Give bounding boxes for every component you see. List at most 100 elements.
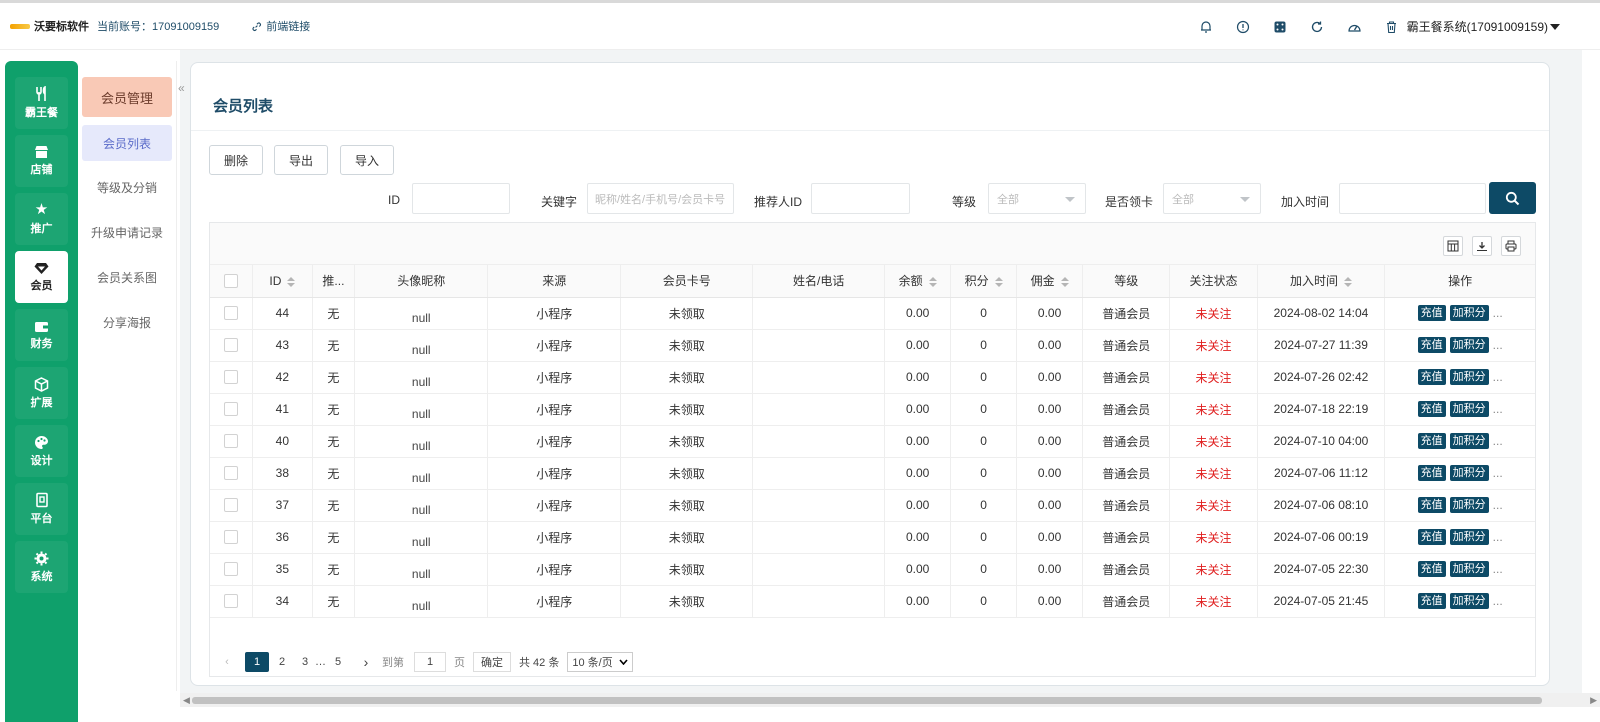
row-checkbox[interactable] (224, 498, 239, 513)
more-actions-button[interactable]: ... (1493, 530, 1503, 544)
sidebar-item-member[interactable]: 会员 (15, 251, 68, 303)
id-filter-input[interactable] (412, 183, 510, 214)
row-checkbox[interactable] (224, 338, 239, 353)
delete-button[interactable]: 删除 (209, 145, 263, 175)
select-all-checkbox[interactable] (224, 274, 239, 289)
page-2-button[interactable]: 2 (272, 652, 292, 672)
next-page-icon[interactable]: › (356, 652, 376, 672)
column-header-points[interactable]: 积分 (950, 265, 1018, 298)
bell-icon[interactable] (1197, 18, 1215, 36)
columns-filter-icon[interactable] (1443, 236, 1463, 256)
recharge-button[interactable]: 充值 (1417, 593, 1446, 609)
recharge-button[interactable]: 充值 (1417, 401, 1446, 417)
goto-confirm-button[interactable]: 确定 (473, 652, 511, 672)
trash-icon[interactable] (1382, 18, 1400, 36)
page-3-button[interactable]: 3 (295, 652, 315, 672)
add-points-button[interactable]: 加积分 (1449, 433, 1489, 449)
add-points-button[interactable]: 加积分 (1449, 529, 1489, 545)
add-points-button[interactable]: 加积分 (1449, 465, 1489, 481)
prev-page-icon[interactable]: ‹ (217, 652, 237, 672)
row-checkbox[interactable] (224, 530, 239, 545)
page-5-button[interactable]: 5 (328, 652, 348, 672)
row-checkbox[interactable] (224, 370, 239, 385)
recharge-button[interactable]: 充值 (1417, 465, 1446, 481)
more-actions-button[interactable]: ... (1493, 594, 1503, 608)
dashboard-icon[interactable] (1345, 18, 1363, 36)
add-points-button[interactable]: 加积分 (1449, 337, 1489, 353)
collapse-icon[interactable]: « (178, 81, 185, 95)
recharge-button[interactable]: 充值 (1417, 433, 1446, 449)
horizontal-scrollbar[interactable]: ◀ ▶ (180, 693, 1600, 707)
add-points-button[interactable]: 加积分 (1449, 497, 1489, 513)
front-link[interactable]: 前端链接 (251, 18, 310, 34)
row-checkbox[interactable] (224, 562, 239, 577)
recharge-button[interactable]: 充值 (1417, 529, 1446, 545)
column-header-commission[interactable]: 佣金 (1016, 265, 1084, 298)
join-time-filter-input[interactable] (1339, 183, 1486, 214)
row-checkbox[interactable] (224, 466, 239, 481)
row-checkbox[interactable] (224, 434, 239, 449)
export-icon[interactable] (1472, 236, 1492, 256)
more-actions-button[interactable]: ... (1493, 498, 1503, 512)
column-header-id[interactable]: ID (252, 265, 313, 298)
sidebar-item-system[interactable]: 系统 (15, 541, 68, 593)
more-actions-button[interactable]: ... (1493, 466, 1503, 480)
sort-icon[interactable] (1343, 277, 1352, 288)
sort-icon[interactable] (1060, 277, 1069, 288)
add-points-button[interactable]: 加积分 (1449, 593, 1489, 609)
submenu-item-share-poster[interactable]: 分享海报 (82, 304, 172, 340)
search-button[interactable] (1489, 182, 1536, 214)
add-points-button[interactable]: 加积分 (1449, 561, 1489, 577)
refresh-icon[interactable] (1308, 18, 1326, 36)
more-actions-button[interactable]: ... (1493, 370, 1503, 384)
row-checkbox[interactable] (224, 306, 239, 321)
sidebar-item-finance[interactable]: 财务 (15, 309, 68, 361)
add-points-button[interactable]: 加积分 (1449, 369, 1489, 385)
more-actions-button[interactable]: ... (1493, 402, 1503, 416)
more-actions-button[interactable]: ... (1493, 306, 1503, 320)
submenu-head-member-management[interactable]: 会员管理 (82, 77, 172, 117)
recharge-button[interactable]: 充值 (1417, 305, 1446, 321)
row-checkbox[interactable] (224, 402, 239, 417)
keyword-filter-input[interactable]: 昵称/姓名/手机号/会员卡号 (587, 183, 734, 214)
scroll-right-icon[interactable]: ▶ (1590, 695, 1597, 706)
sidebar-item-platform[interactable]: 平台 (15, 483, 68, 535)
referrer-filter-input[interactable] (811, 183, 910, 214)
recharge-button[interactable]: 充值 (1417, 337, 1446, 353)
submenu-item-level-distribution[interactable]: 等级及分销 (82, 169, 172, 205)
print-icon[interactable] (1501, 236, 1521, 256)
submenu-item-member-relation[interactable]: 会员关系图 (82, 259, 172, 295)
sort-icon[interactable] (928, 277, 937, 288)
add-points-button[interactable]: 加积分 (1449, 305, 1489, 321)
card-filter-select[interactable]: 全部 (1163, 183, 1261, 214)
recharge-button[interactable]: 充值 (1417, 497, 1446, 513)
more-actions-button[interactable]: ... (1493, 434, 1503, 448)
import-button[interactable]: 导入 (340, 145, 394, 175)
sidebar-item-bawangcan[interactable]: 霸王餐 (15, 77, 68, 129)
sidebar-item-store[interactable]: 店铺 (15, 135, 68, 187)
more-actions-button[interactable]: ... (1493, 562, 1503, 576)
user-system-menu[interactable]: 霸王餐系统(17091009159) (1407, 3, 1560, 50)
vertical-scrollbar[interactable] (1582, 50, 1600, 693)
page-1-button[interactable]: 1 (245, 652, 269, 672)
recharge-button[interactable]: 充值 (1417, 561, 1446, 577)
submenu-item-member-list[interactable]: 会员列表 (82, 125, 172, 161)
export-button[interactable]: 导出 (274, 145, 328, 175)
column-header-balance[interactable]: 余额 (884, 265, 952, 298)
sidebar-item-promotion[interactable]: ★ 推广 (15, 193, 68, 245)
recharge-button[interactable]: 充值 (1417, 369, 1446, 385)
dice-icon[interactable] (1271, 18, 1289, 36)
scrollbar-thumb[interactable] (192, 697, 1542, 704)
scroll-left-icon[interactable]: ◀ (183, 695, 190, 706)
more-actions-button[interactable]: ... (1493, 338, 1503, 352)
sidebar-item-extension[interactable]: 扩展 (15, 367, 68, 419)
level-filter-select[interactable]: 全部 (988, 183, 1086, 214)
add-points-button[interactable]: 加积分 (1449, 401, 1489, 417)
submenu-item-upgrade-records[interactable]: 升级申请记录 (82, 214, 172, 250)
sort-icon[interactable] (287, 276, 296, 287)
info-icon[interactable] (1234, 18, 1252, 36)
goto-page-input[interactable]: 1 (414, 652, 446, 672)
column-header-join-time[interactable]: 加入时间 (1257, 265, 1386, 298)
sidebar-item-design[interactable]: 设计 (15, 425, 68, 477)
sort-icon[interactable] (994, 277, 1003, 288)
